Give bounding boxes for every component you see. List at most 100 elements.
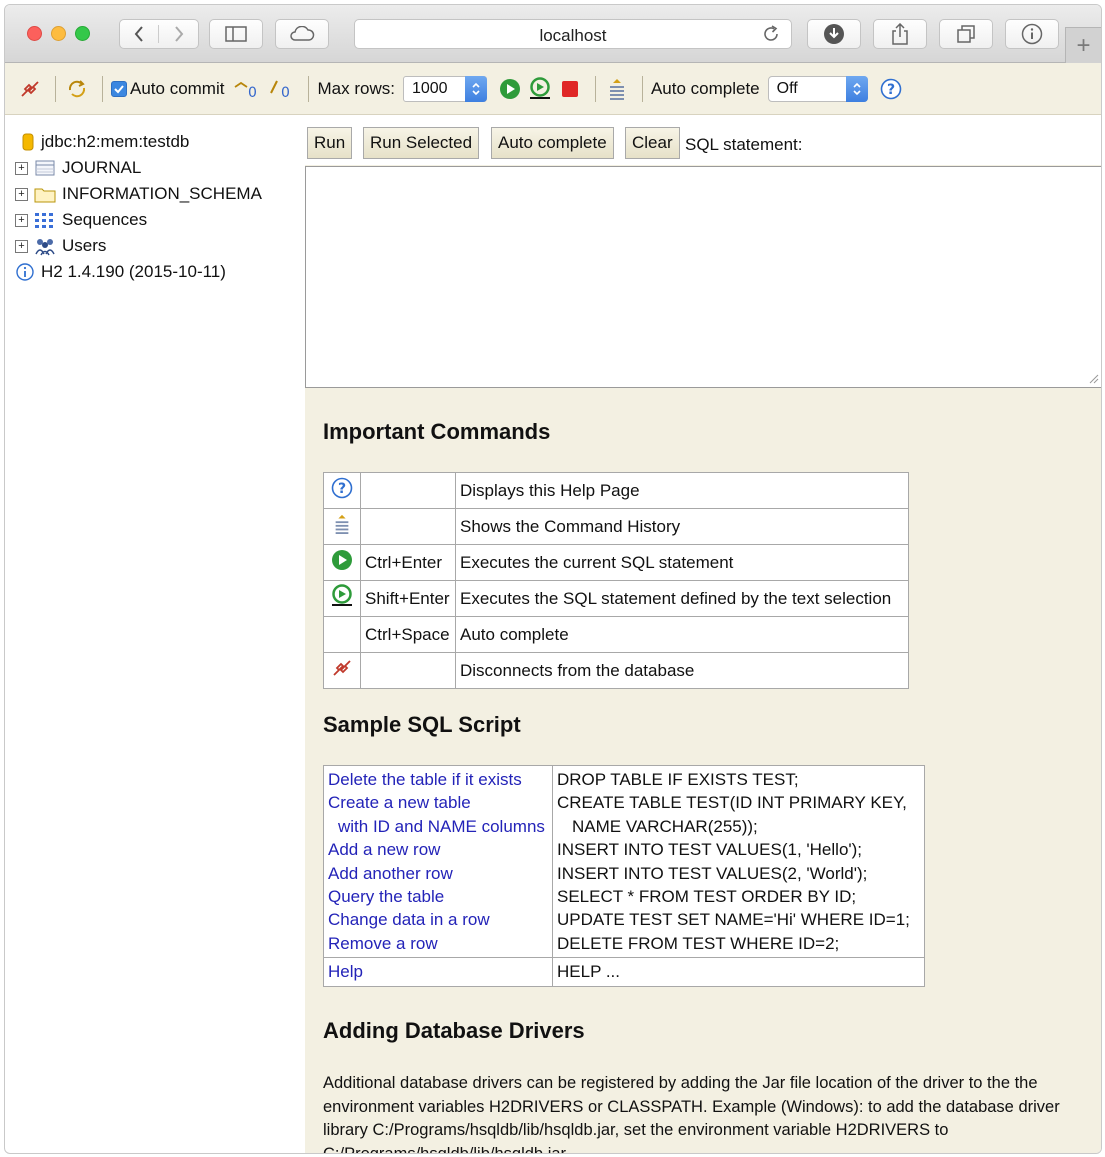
table-cell <box>323 544 361 581</box>
minimize-window-button[interactable] <box>51 26 66 41</box>
auto-commit-checkbox[interactable]: Auto commit <box>111 79 232 99</box>
back-button[interactable] <box>120 25 160 43</box>
info-button[interactable] <box>1005 19 1059 49</box>
expand-icon[interactable]: + <box>15 161 28 175</box>
sidebar-toggle-button[interactable] <box>209 19 263 49</box>
reload-icon[interactable] <box>761 24 781 44</box>
command-description: Executes the SQL statement defined by th… <box>455 580 909 617</box>
commit-icon: 0 <box>234 81 257 99</box>
history-button[interactable] <box>604 76 630 102</box>
command-key <box>360 508 456 545</box>
sample-link-insert-2[interactable]: Add another row <box>328 862 548 885</box>
stop-button[interactable] <box>557 76 583 102</box>
auto-complete-select[interactable]: Off <box>767 75 868 102</box>
sql-statement-label: SQL statement: <box>685 135 803 154</box>
disconnect-button[interactable] <box>17 76 43 102</box>
table-row: Delete the table if it exists Create a n… <box>323 764 925 959</box>
command-description: Displays this Help Page <box>455 472 909 509</box>
close-window-button[interactable] <box>27 26 42 41</box>
run-icon <box>499 78 520 99</box>
rollback-button[interactable]: 0 <box>266 76 296 102</box>
table-cell: Help <box>323 957 553 987</box>
tree-item-information-schema[interactable]: + INFORMATION_SCHEMA <box>15 181 305 207</box>
tree-item-label: Users <box>62 236 107 255</box>
sample-link-select[interactable]: Query the table <box>328 885 548 908</box>
tree-version-label: H2 1.4.190 (2015-10-11) <box>41 262 226 281</box>
sample-link-help[interactable]: Help <box>328 960 548 983</box>
sample-link-update[interactable]: Change data in a row <box>328 908 548 931</box>
browser-window: localhost + Auto commit 0 0 Max rows: 10… <box>4 4 1102 1154</box>
command-description: Shows the Command History <box>455 508 909 545</box>
table-row: Ctrl+Enter Executes the current SQL stat… <box>323 544 909 581</box>
commit-button[interactable]: 0 <box>232 76 262 102</box>
sample-link-create[interactable]: Create a new table <box>328 791 548 814</box>
users-icon <box>34 236 56 256</box>
table-row: Help HELP ... <box>323 957 925 987</box>
run-selected-button-icon[interactable] <box>527 76 553 102</box>
auto-complete-button[interactable]: Auto complete <box>491 127 614 159</box>
sequences-icon <box>34 210 56 230</box>
new-tab-button[interactable]: + <box>1065 27 1101 63</box>
command-description: Executes the current SQL statement <box>455 544 909 581</box>
sql-statement-textarea[interactable] <box>305 166 1101 388</box>
sample-link-delete[interactable]: Remove a row <box>328 932 548 955</box>
max-rows-value: 1000 <box>411 79 448 97</box>
tabs-icon <box>957 25 975 43</box>
tree-item-sequences[interactable]: + Sequences <box>15 207 305 233</box>
checkbox-checked-icon[interactable] <box>111 80 127 97</box>
tree-item-label: Sequences <box>62 210 148 229</box>
sample-sql-line: SELECT * FROM TEST ORDER BY ID; <box>557 887 857 907</box>
sample-sql-heading: Sample SQL Script <box>323 712 521 737</box>
share-button[interactable] <box>873 19 927 49</box>
svg-text:?: ? <box>887 82 895 98</box>
run-selected-button[interactable]: Run Selected <box>363 127 480 159</box>
sample-link-create-columns[interactable]: with ID and NAME columns <box>328 815 548 838</box>
run-button-icon[interactable] <box>497 76 523 102</box>
sample-link-insert-1[interactable]: Add a new row <box>328 838 548 861</box>
auto-complete-value: Off <box>776 79 798 97</box>
sample-sql-line: DROP TABLE IF EXISTS TEST; <box>557 770 799 789</box>
sample-sql-line: INSERT INTO TEST VALUES(1, 'Hello'); <box>557 840 863 860</box>
tree-item-label: INFORMATION_SCHEMA <box>62 184 262 203</box>
forward-button[interactable] <box>159 25 198 43</box>
sample-sql-cell: DROP TABLE IF EXISTS TEST; CREATE TABLE … <box>552 764 925 959</box>
info-icon <box>15 262 35 282</box>
history-icon <box>609 78 624 100</box>
chevron-left-icon <box>134 26 143 42</box>
tabs-overview-button[interactable] <box>939 19 993 49</box>
expand-icon[interactable]: + <box>15 213 28 227</box>
svg-text:?: ? <box>338 481 346 497</box>
tree-item-users[interactable]: + Users <box>15 233 305 259</box>
database-icon <box>21 132 35 152</box>
table-row: ? Displays this Help Page <box>323 472 909 509</box>
table-cell <box>323 652 361 689</box>
resize-handle-icon[interactable] <box>1089 374 1099 384</box>
schema-tree: jdbc:h2:mem:testdb + JOURNAL + INFORMATI… <box>15 129 305 285</box>
share-icon <box>892 23 908 45</box>
clear-button[interactable]: Clear <box>625 127 680 159</box>
sample-sql-table: Delete the table if it exists Create a n… <box>323 764 925 987</box>
zoom-window-button[interactable] <box>75 26 90 41</box>
info-icon <box>1021 23 1043 45</box>
icloud-tabs-button[interactable] <box>275 19 329 49</box>
tree-item-journal[interactable]: + JOURNAL <box>15 155 305 181</box>
svg-text:0: 0 <box>281 85 290 99</box>
table-cell <box>323 616 361 653</box>
tree-connection[interactable]: jdbc:h2:mem:testdb <box>15 129 305 155</box>
adding-drivers-heading: Adding Database Drivers <box>323 1018 585 1043</box>
help-button[interactable]: ? <box>878 76 904 102</box>
table-cell: ? <box>323 472 361 509</box>
run-button[interactable]: Run <box>307 127 353 159</box>
max-rows-select[interactable]: 1000 <box>402 75 487 102</box>
expand-icon[interactable]: + <box>15 187 28 201</box>
important-commands-table: ? Displays this Help Page Shows the Comm… <box>323 472 909 689</box>
command-key: Shift+Enter <box>360 580 456 617</box>
expand-icon[interactable]: + <box>15 239 28 253</box>
sample-sql-line: DELETE FROM TEST WHERE ID=2; <box>557 933 840 953</box>
sample-link-drop[interactable]: Delete the table if it exists <box>328 768 548 791</box>
address-bar[interactable]: localhost <box>354 19 792 49</box>
important-commands-heading: Important Commands <box>323 419 551 444</box>
browser-titlebar: localhost + <box>5 5 1101 63</box>
downloads-button[interactable] <box>807 19 861 49</box>
refresh-button[interactable] <box>64 76 90 102</box>
